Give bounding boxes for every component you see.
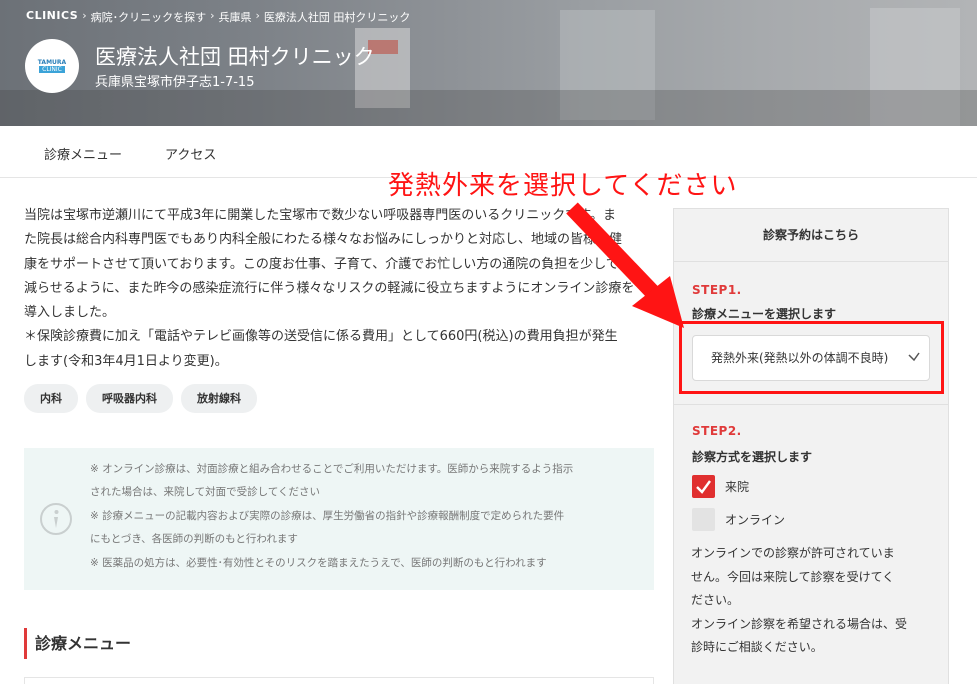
clinic-name: 医療法人社団 田村クリニック	[95, 45, 375, 69]
tab-access[interactable]: アクセス	[165, 144, 216, 163]
annotation-instruction: 発熱外来を選択してください	[388, 171, 738, 201]
menu-select-value: 発熱外来(発熱以外の体調不良時)	[711, 351, 889, 365]
tag-respiratory: 呼吸器内科	[86, 384, 173, 413]
note-line: 診時にご相談ください。	[691, 640, 823, 655]
breadcrumb-item-clinic: 医療法人社団 田村クリニック	[263, 11, 411, 24]
menu-select[interactable]: 発熱外来(発熱以外の体調不良時)	[692, 335, 930, 381]
breadcrumb: CLINICS › 病院･クリニックを探す › 兵庫県 › 医療法人社団 田村ク…	[26, 9, 410, 25]
breadcrumb-separator: ›	[255, 9, 260, 22]
note-line: オンラインでの診察が許可されていま	[691, 546, 895, 560]
clinic-address: 兵庫県宝塚市伊子志1-7-15	[95, 75, 255, 90]
checkbox-checked[interactable]	[692, 475, 715, 498]
step2-label: STEP2.	[692, 424, 742, 438]
notice-line: ※ 診療メニューの記載内容および実際の診療は、厚生労働省の指針や診療報酬制度で定…	[90, 509, 565, 522]
notice-line: ※ オンライン診療は、対面診療と組み合わせることでご利用いただけます。医師から来…	[90, 463, 574, 475]
option-visit[interactable]: 来院	[692, 475, 749, 498]
info-icon	[40, 503, 72, 535]
notice-line: ※ 医薬品の処方は、必要性･有効性とそのリスクを踏まえたうえで、医師の判断のもと…	[90, 556, 547, 569]
tag-radiology: 放射線科	[181, 384, 257, 413]
note-line: オンライン診察を希望される場合は、受	[691, 616, 908, 631]
clinic-logo-text: CLINIC	[39, 66, 65, 73]
description-line: します(令和3年4月1日より変更)。	[24, 353, 228, 369]
breadcrumb-item-clinics[interactable]: CLINICS	[26, 9, 78, 25]
check-icon	[696, 480, 711, 494]
option-online[interactable]: オンライン	[692, 508, 785, 531]
menu-section-title: 診療メニュー	[24, 628, 131, 659]
clinic-header-banner: CLINICS › 病院･クリニックを探す › 兵庫県 › 医療法人社団 田村ク…	[0, 0, 977, 126]
breadcrumb-item-search[interactable]: 病院･クリニックを探す	[91, 9, 207, 25]
breadcrumb-item-prefecture[interactable]: 兵庫県	[219, 9, 252, 25]
option-label: オンライン	[725, 513, 786, 527]
note-line: せん。今回は来院して診察を受けてく	[691, 569, 895, 584]
notice-box: ※ オンライン診療は、対面診療と組み合わせることでご利用いただけます。医師から来…	[24, 448, 654, 590]
tab-menu[interactable]: 診療メニュー	[44, 144, 122, 163]
annotation-arrow-icon	[566, 202, 684, 328]
step2-title: 診察方式を選択します	[692, 450, 813, 464]
online-not-allowed-note: オンラインでの診察が許可されていま せん。今回は来院して診察を受けてく ださい。…	[691, 542, 931, 660]
clinic-logo-text: TAMURA	[37, 59, 67, 66]
tag-internal-medicine: 内科	[24, 384, 78, 413]
note-line: ださい。	[691, 593, 740, 608]
notice-line: された場合は、来院して対面で受診してください	[90, 486, 321, 499]
breadcrumb-separator: ›	[210, 9, 215, 22]
banner-photo-shape	[0, 90, 977, 126]
checkbox-unchecked[interactable]	[692, 508, 715, 531]
step1-title: 診療メニューを選択します	[692, 307, 837, 321]
breadcrumb-separator: ›	[82, 9, 87, 22]
option-label: 来院	[725, 480, 750, 494]
reservation-heading: 診察予約はこちら	[674, 209, 948, 262]
chevron-down-icon	[908, 352, 920, 362]
panel-divider	[674, 404, 948, 405]
specialty-tags: 内科 呼吸器内科 放射線科	[24, 384, 257, 413]
notice-line: にもとづき、各医師の判断のもと行われます	[90, 533, 298, 546]
clinic-logo: TAMURA CLINIC	[25, 39, 79, 93]
notice-text: ※ オンライン診療は、対面診療と組み合わせることでご利用いただけます。医師から来…	[90, 458, 645, 575]
menu-section-box	[24, 677, 654, 684]
